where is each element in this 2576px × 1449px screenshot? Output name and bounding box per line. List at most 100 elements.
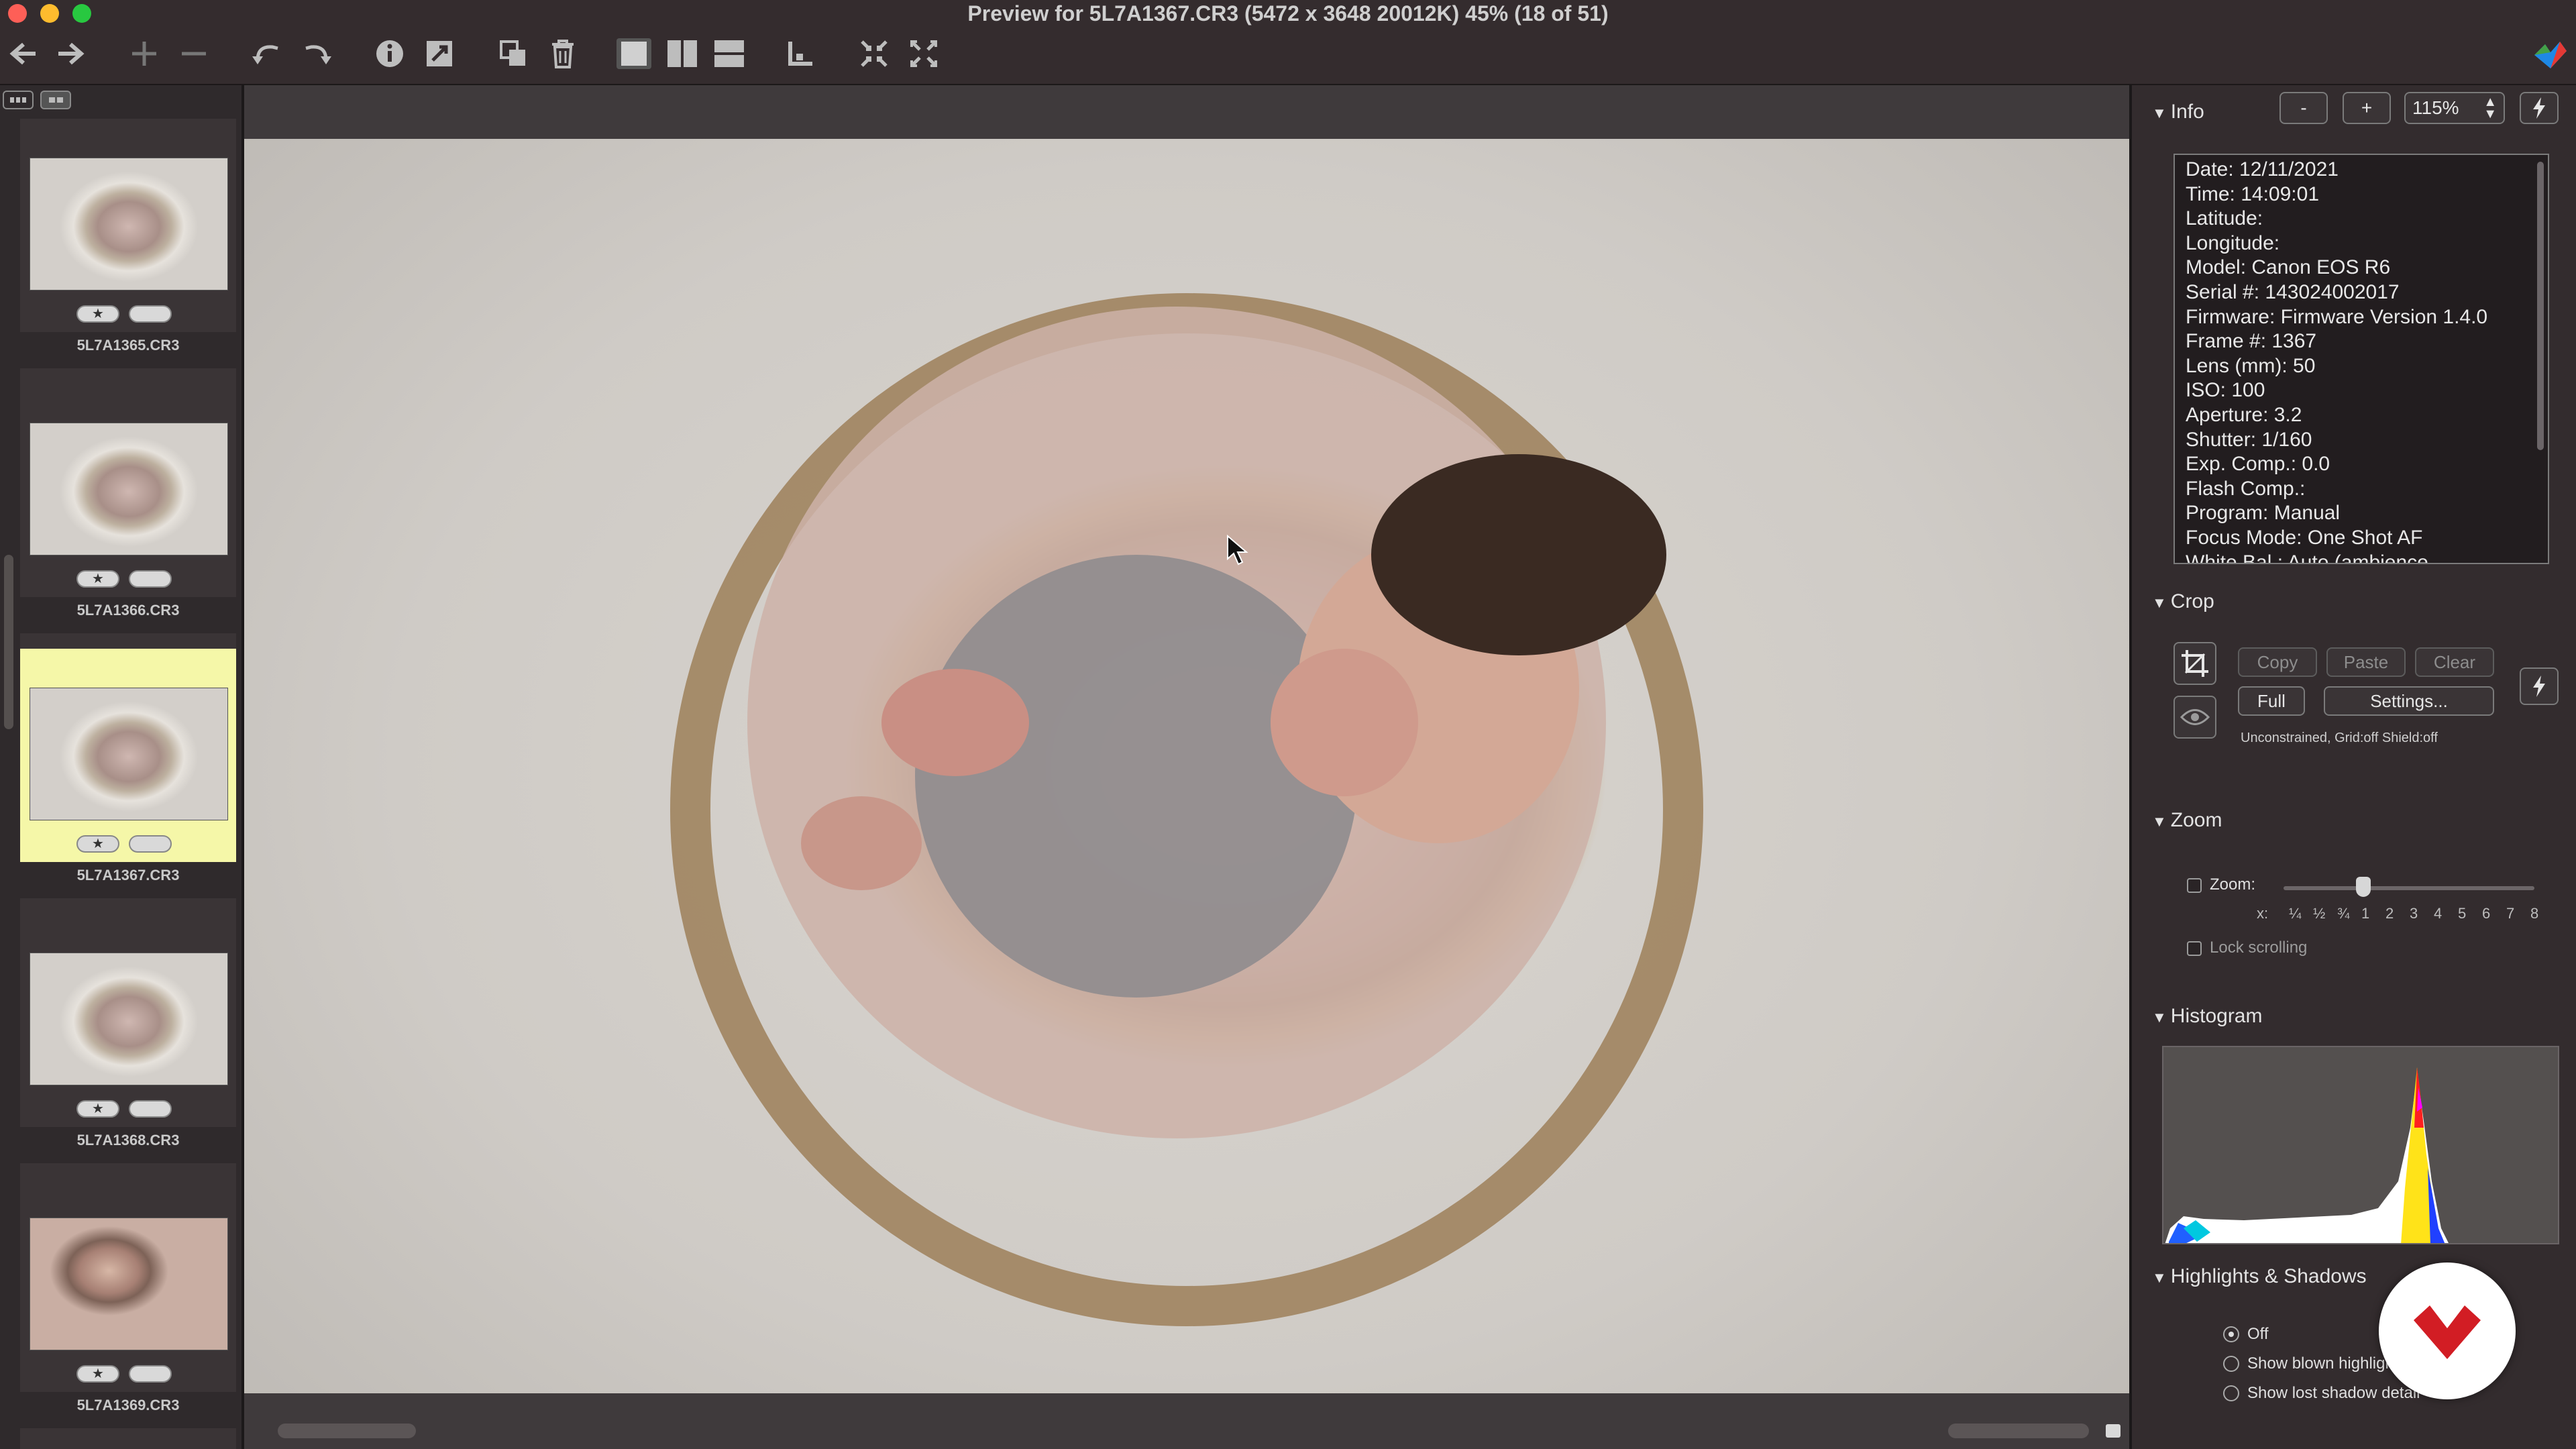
disclosure-triangle-icon[interactable]: ▼ xyxy=(2152,813,2167,830)
rotate-right-icon[interactable] xyxy=(301,35,334,72)
disclosure-triangle-icon[interactable]: ▼ xyxy=(2152,594,2167,611)
title-bar: Preview for 5L7A1367.CR3 (5472 x 3648 20… xyxy=(0,0,2576,85)
tag-toggle[interactable] xyxy=(129,570,172,588)
radio-blown-highlights[interactable] xyxy=(2223,1356,2239,1372)
disclosure-triangle-icon[interactable]: ▼ xyxy=(2152,1009,2167,1026)
zoom-tick: 7 xyxy=(2506,905,2515,922)
crop-settings-button[interactable]: Settings... xyxy=(2324,686,2494,716)
thumbnail-item[interactable]: ★ 5L7A1368.CR3 xyxy=(20,914,236,1179)
forward-arrow-icon[interactable] xyxy=(54,35,87,72)
thumbnail-image[interactable] xyxy=(30,423,228,555)
radio-lost-shadow[interactable] xyxy=(2223,1385,2239,1401)
lightning-icon xyxy=(2533,97,2545,119)
radio-label: Off xyxy=(2247,1325,2269,1343)
metadata-line: Flash Comp.: xyxy=(2186,477,2306,500)
thumbnail-image[interactable] xyxy=(30,688,228,820)
info-section-title: Info xyxy=(2170,101,2204,123)
radio-off[interactable] xyxy=(2223,1326,2239,1342)
star-rating-toggle[interactable]: ★ xyxy=(76,305,119,323)
horizontal-scrollbar-thumb-right[interactable] xyxy=(1948,1424,2089,1438)
thumbnail-filename: 5L7A1368.CR3 xyxy=(20,1127,236,1163)
metadata-line: Date: 12/11/2021 xyxy=(2186,158,2339,180)
metadata-info-box[interactable]: Date: 12/11/2021 Time: 14:09:01 Latitude… xyxy=(2174,154,2549,564)
zoom-in-button[interactable]: + xyxy=(2343,92,2391,124)
thumbnail-controls: ★ xyxy=(76,570,172,588)
info-section-header[interactable]: ▼ Info xyxy=(2152,100,2204,125)
thumbnail-image[interactable] xyxy=(30,953,228,1085)
rotate-left-icon[interactable] xyxy=(250,35,283,72)
fit-icon[interactable] xyxy=(857,35,891,72)
thumbnail-item[interactable]: ★ 5L7A1365.CR3 xyxy=(20,119,236,384)
star-rating-toggle[interactable]: ★ xyxy=(76,1100,119,1118)
tag-toggle[interactable] xyxy=(129,305,172,323)
metadata-line: Firmware: Firmware Version 1.4.0 xyxy=(2186,305,2488,328)
single-view-icon[interactable] xyxy=(616,35,652,72)
highlights-section-title: Highlights & Shadows xyxy=(2170,1265,2367,1287)
metadata-line: Lens (mm): 50 xyxy=(2186,354,2316,377)
zoom-slider-track[interactable] xyxy=(2284,886,2534,890)
back-arrow-icon[interactable] xyxy=(7,35,40,72)
preview-image[interactable] xyxy=(244,139,2129,1393)
thumbnail-list: ★ 5L7A1365.CR3 ★ 5L7A1366.CR3 ★ 5L7A1367… xyxy=(20,119,236,1449)
align-icon[interactable] xyxy=(784,35,817,72)
thumbnail-item-selected[interactable]: ★ 5L7A1367.CR3 xyxy=(20,649,236,914)
disclosure-triangle-icon[interactable]: ▼ xyxy=(2152,105,2167,121)
star-rating-toggle[interactable]: ★ xyxy=(76,835,119,853)
thumbnail-filename: 5L7A1365.CR3 xyxy=(20,332,236,368)
thumbnail-item[interactable]: ★ 5L7A1369.CR3 xyxy=(20,1179,236,1444)
info-scrollbar[interactable] xyxy=(2537,162,2544,450)
copy-icon[interactable] xyxy=(496,35,530,72)
strip-mode-large-icon[interactable] xyxy=(40,91,71,109)
lightning-icon xyxy=(2533,676,2545,697)
crop-lightning-button[interactable] xyxy=(2520,667,2559,705)
info-icon[interactable] xyxy=(373,35,407,72)
tag-toggle[interactable] xyxy=(129,835,172,853)
crop-clear-button[interactable]: Clear xyxy=(2415,647,2494,677)
crop-section-header[interactable]: ▼ Crop xyxy=(2152,590,2214,615)
zoom-checkbox[interactable] xyxy=(2187,878,2202,893)
filmstrip-scrollbar[interactable] xyxy=(4,555,13,729)
crop-full-button[interactable]: Full xyxy=(2238,686,2305,716)
lock-scrolling-checkbox[interactable] xyxy=(2187,941,2202,956)
zoom-out-button[interactable]: - xyxy=(2279,92,2328,124)
zoom-section-header[interactable]: ▼ Zoom xyxy=(2152,808,2222,834)
crop-section-title: Crop xyxy=(2170,590,2214,612)
zoom-scale-prefix: x: xyxy=(2257,905,2269,922)
edit-image-icon[interactable] xyxy=(423,35,456,72)
strip-mode-small-icon[interactable] xyxy=(3,91,34,109)
metadata-line: Aperture: 3.2 xyxy=(2186,403,2302,426)
fullscreen-icon[interactable] xyxy=(907,35,941,72)
zoom-percent-stepper[interactable]: 115% ▲ ▼ xyxy=(2404,92,2505,124)
resize-corner[interactable] xyxy=(2106,1424,2121,1438)
tag-toggle[interactable] xyxy=(129,1100,172,1118)
thumbnail-item[interactable]: ★ 5L7A1366.CR3 xyxy=(20,384,236,649)
stepper-arrows-icon[interactable]: ▲ ▼ xyxy=(2483,95,2497,121)
add-icon[interactable] xyxy=(127,35,161,72)
crop-paste-button[interactable]: Paste xyxy=(2326,647,2406,677)
tag-toggle[interactable] xyxy=(129,1365,172,1383)
metadata-line: Model: Canon EOS R6 xyxy=(2186,256,2391,279)
lightning-action-button[interactable] xyxy=(2520,92,2559,124)
metadata-line: ISO: 100 xyxy=(2186,379,2265,402)
thumbnail-image[interactable] xyxy=(30,1218,228,1350)
thumbnail-image[interactable] xyxy=(30,158,228,290)
shield-preview-button[interactable] xyxy=(2174,696,2216,739)
zoom-slider-knob[interactable] xyxy=(2356,877,2371,897)
disclosure-triangle-icon[interactable]: ▼ xyxy=(2152,1269,2167,1286)
histogram-section-title: Histogram xyxy=(2170,1005,2263,1027)
crop-copy-button[interactable]: Copy xyxy=(2238,647,2317,677)
crop-tool-button[interactable] xyxy=(2174,642,2216,685)
star-rating-toggle[interactable]: ★ xyxy=(76,1365,119,1383)
highlights-section-header[interactable]: ▼ Highlights & Shadows xyxy=(2152,1265,2367,1290)
overlay-app-badge[interactable] xyxy=(2379,1263,2516,1399)
horizontal-scrollbar-thumb[interactable] xyxy=(278,1424,416,1438)
stacked-view-icon[interactable] xyxy=(711,35,747,72)
remove-icon[interactable] xyxy=(177,35,211,72)
star-rating-toggle[interactable]: ★ xyxy=(76,570,119,588)
trash-icon[interactable] xyxy=(546,35,580,72)
side-by-side-icon[interactable] xyxy=(664,35,700,72)
photo-scene-graphic xyxy=(670,293,1703,1326)
thumbnail-filename: 5L7A1369.CR3 xyxy=(20,1392,236,1428)
histogram-section-header[interactable]: ▼ Histogram xyxy=(2152,1004,2262,1030)
metadata-line: Frame #: 1367 xyxy=(2186,330,2317,353)
